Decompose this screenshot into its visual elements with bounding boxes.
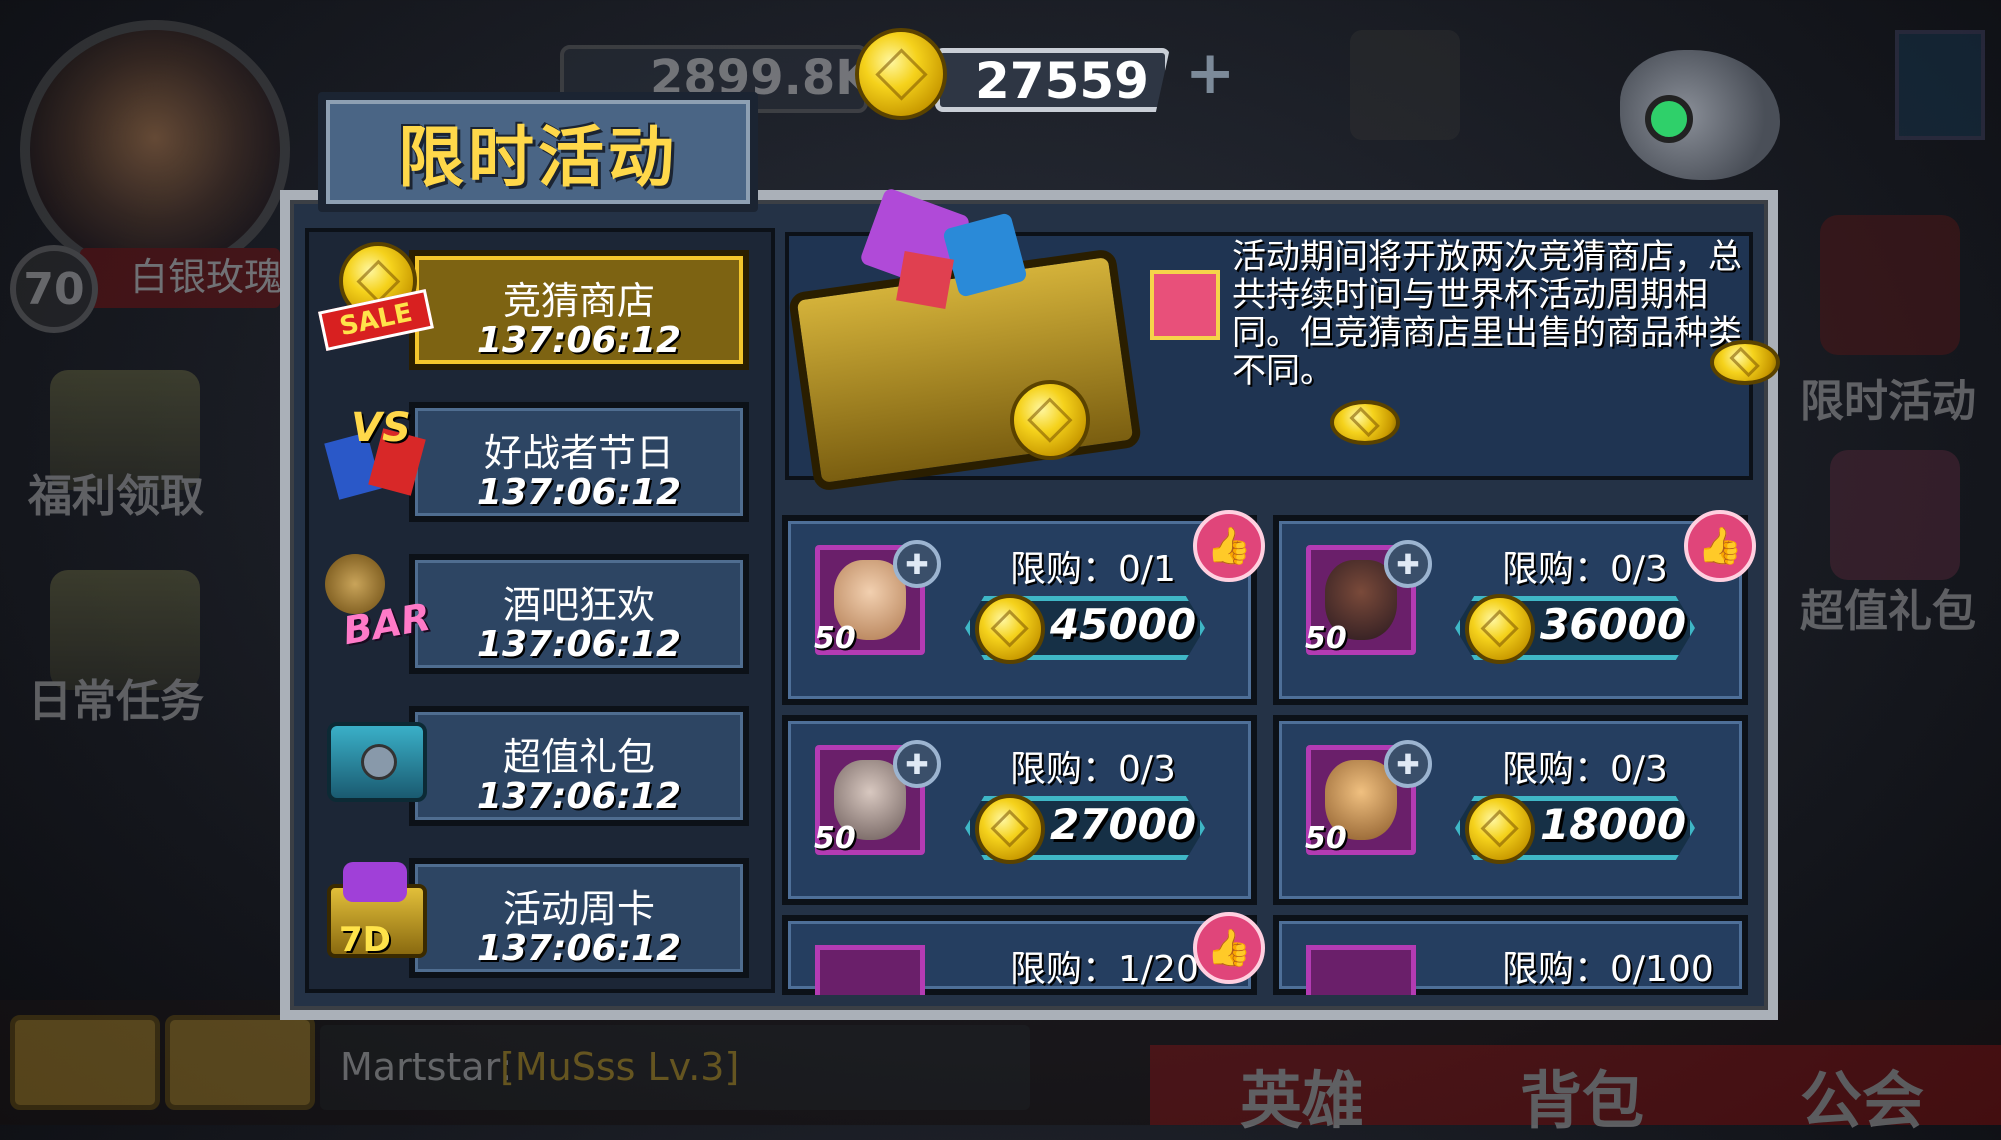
hero-level: 50	[1305, 821, 1347, 856]
puzzle-piece-icon: ✚	[1384, 540, 1432, 588]
tab-week-card[interactable]: 活动周卡 137:06:12	[409, 858, 749, 978]
item-price: 45000	[1050, 600, 1197, 649]
purchase-limit: 限购：1/20	[1010, 949, 1199, 990]
bar-icon: BAR	[321, 550, 434, 660]
item-price: 27000	[1050, 800, 1197, 849]
value-pack-icon[interactable]	[1830, 450, 1960, 580]
nav-heroes[interactable]: 英雄	[1240, 1050, 1364, 1140]
right-menu-value-pack[interactable]: 超值礼包	[1800, 575, 1976, 639]
tab-warrior-festival[interactable]: 好战者节日 137:06:12	[409, 402, 749, 522]
tab-name: 超值礼包	[502, 735, 655, 779]
add-coin-button[interactable]: +	[1185, 38, 1235, 108]
tab-value-pack[interactable]: 超值礼包 137:06:12	[409, 706, 749, 826]
item-thumbnail	[1306, 945, 1416, 995]
tab-timer: 137:06:12	[476, 928, 682, 969]
floating-coin-icon	[1710, 340, 1780, 385]
item-price: 36000	[1540, 600, 1687, 649]
gift-box-icon	[321, 704, 431, 814]
left-menu-daily-task[interactable]: 日常任务	[28, 665, 204, 729]
right-menu-limited-event[interactable]: 限时活动	[1800, 365, 1976, 429]
left-menu-welfare[interactable]: 福利领取	[28, 460, 204, 524]
collapse-arrow-icon[interactable]	[1895, 30, 1985, 140]
banner-description: 活动期间将开放两次竞猜商店，总共持续时间与世界杯活动周期相同。但竞猜商店里出售的…	[1232, 237, 1742, 391]
purchase-limit: 限购：0/3	[1502, 749, 1668, 790]
hero-level: 50	[814, 821, 856, 856]
gold-coin-icon	[975, 594, 1045, 664]
nav-backpack[interactable]: 背包	[1520, 1050, 1644, 1140]
hero-level: 50	[1305, 621, 1347, 656]
mascot-eye-icon	[1645, 95, 1693, 143]
treasure-chest-icon	[787, 160, 1220, 492]
player-rank: 白银玫瑰	[130, 255, 283, 299]
tab-bar-party[interactable]: 酒吧狂欢 137:06:12	[409, 554, 749, 674]
item-thumbnail	[815, 945, 925, 995]
purchase-limit: 限购：0/100	[1502, 949, 1714, 990]
event-tab-list: 竞猜商店 137:06:12 好战者节日 137:06:12 酒吧狂欢 137:…	[305, 228, 775, 993]
panel-title-plate: 限时活动	[318, 92, 758, 212]
friends-button[interactable]	[10, 1015, 160, 1110]
purchase-limit: 限购：0/3	[1502, 549, 1668, 590]
chat-message: [MuSss Lv.3]	[500, 1045, 740, 1089]
floating-coin-icon	[1330, 400, 1400, 445]
week-card-icon: 7D	[321, 856, 431, 966]
robot-mascot	[1620, 50, 1780, 180]
tab-name: 好战者节日	[483, 431, 674, 475]
panel-title: 限时活动	[398, 119, 678, 196]
coin-balance: 27559	[975, 52, 1149, 110]
tab-timer: 137:06:12	[476, 472, 682, 513]
player-avatar[interactable]	[20, 20, 290, 280]
thumbs-up-icon: 👍	[1684, 510, 1756, 582]
vs-icon: VS	[321, 397, 431, 507]
puzzle-piece-icon: ✚	[893, 740, 941, 788]
player-level-badge: 70	[10, 245, 98, 333]
gold-coin-icon	[1465, 594, 1535, 664]
thumbs-up-icon: 👍	[1193, 510, 1265, 582]
thumbs-up-icon: 👍	[1193, 912, 1265, 984]
mail-button[interactable]	[165, 1015, 315, 1110]
tab-name: 竞猜商店	[502, 279, 655, 323]
gold-coin-icon	[855, 28, 947, 120]
vs-badge: VS	[351, 405, 411, 451]
tab-name: 酒吧狂欢	[502, 583, 655, 627]
tab-timer: 137:06:12	[476, 776, 682, 817]
gold-coin-icon	[975, 794, 1045, 864]
puzzle-piece-icon: ✚	[1384, 740, 1432, 788]
limited-event-icon[interactable]	[1820, 215, 1960, 355]
week-card-badge: 7D	[339, 920, 391, 960]
tab-timer: 137:06:12	[476, 320, 682, 361]
nav-guild[interactable]: 公会	[1800, 1050, 1924, 1140]
megaphone-icon[interactable]	[1350, 30, 1460, 140]
purchase-limit: 限购：0/3	[1010, 749, 1176, 790]
puzzle-piece-icon: ✚	[893, 540, 941, 588]
hero-level: 50	[814, 621, 856, 656]
tab-name: 活动周卡	[502, 887, 655, 931]
gift-icon	[1150, 270, 1220, 340]
item-price: 18000	[1540, 800, 1687, 849]
tab-guess-shop[interactable]: 竞猜商店 137:06:12	[409, 250, 749, 370]
chat-sender: Martstar:	[340, 1045, 513, 1089]
gold-coin-icon	[1465, 794, 1535, 864]
tab-timer: 137:06:12	[476, 624, 682, 665]
sale-icon: SALE	[318, 242, 434, 352]
purchase-limit: 限购：0/1	[1010, 549, 1176, 590]
